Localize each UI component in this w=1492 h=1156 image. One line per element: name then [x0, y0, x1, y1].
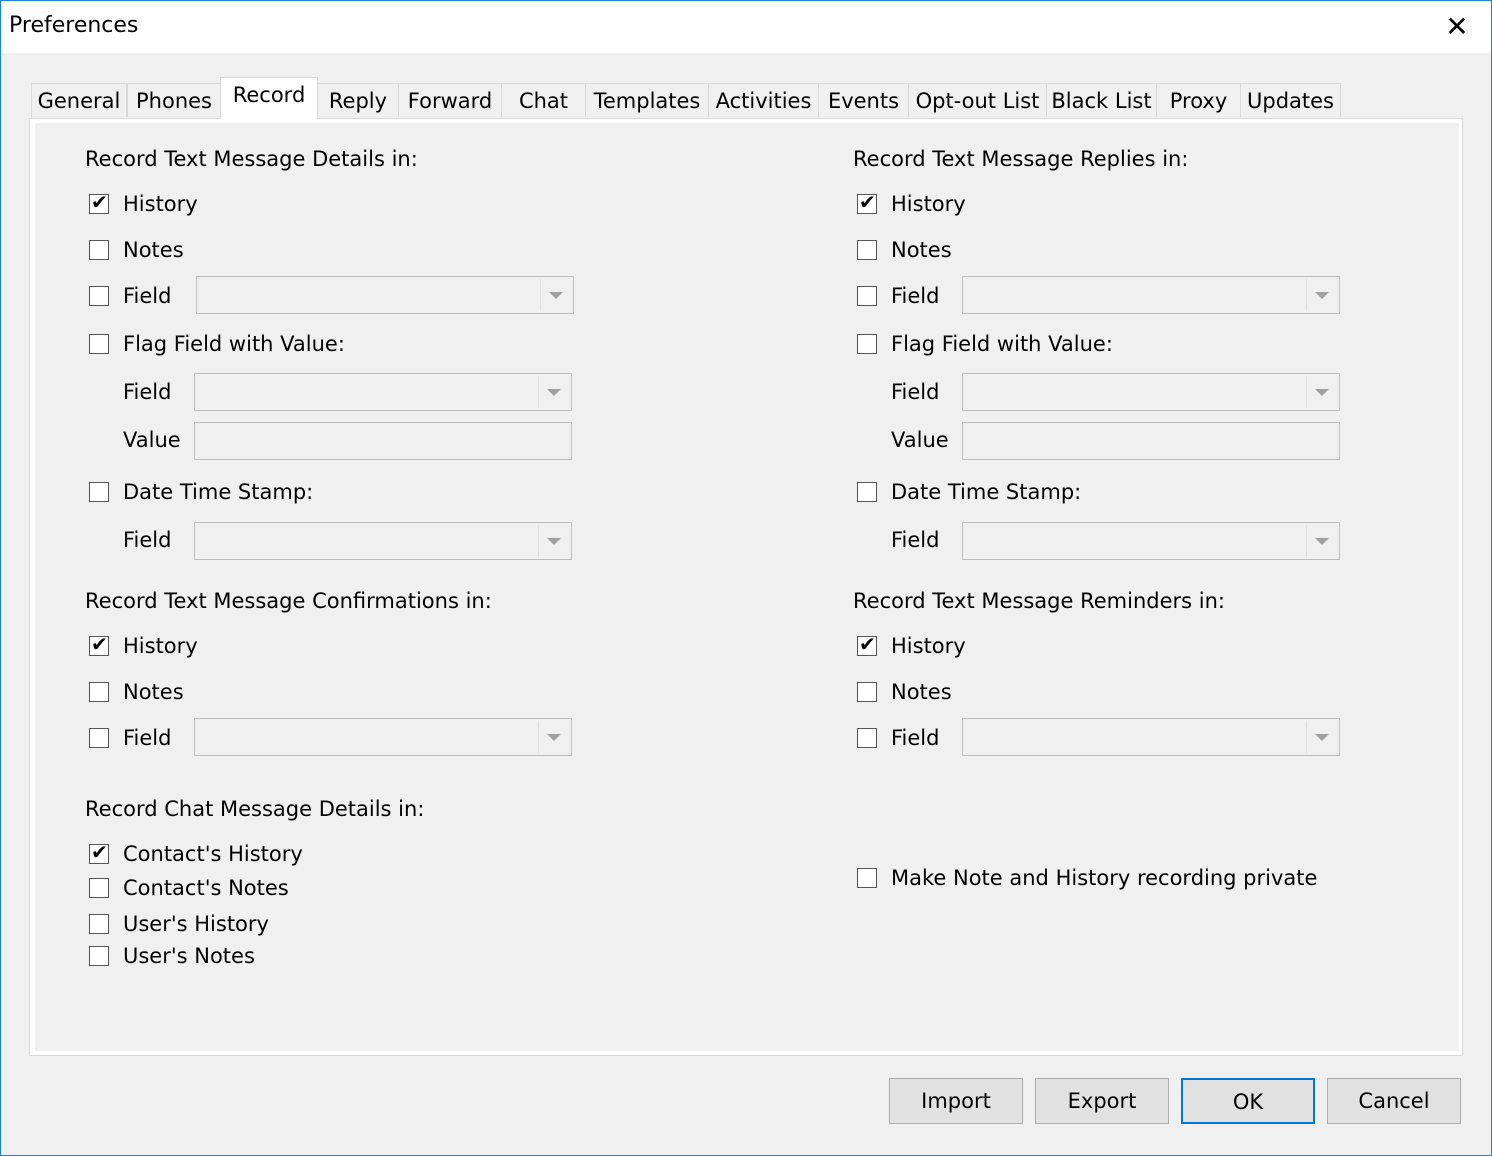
title-bar: Preferences ✕ — [1, 1, 1491, 53]
tab-chat[interactable]: Chat — [501, 83, 586, 117]
chevron-down-icon — [540, 279, 571, 311]
replies-history-label: History — [891, 192, 966, 216]
ok-button[interactable]: OK — [1181, 1078, 1315, 1124]
replies-heading: Record Text Message Replies in: — [853, 147, 1189, 171]
details-heading: Record Text Message Details in: — [85, 147, 418, 171]
replies-flag-value-input[interactable] — [962, 422, 1340, 460]
tab-forward[interactable]: Forward — [398, 83, 502, 117]
chevron-down-icon — [538, 721, 569, 753]
chevron-down-icon — [1306, 279, 1337, 311]
confirmations-field-dropdown[interactable] — [194, 718, 572, 756]
details-date-field-dropdown[interactable] — [194, 522, 572, 560]
import-button[interactable]: Import — [889, 1078, 1023, 1124]
chat-user-history-label: User's History — [123, 912, 269, 936]
chat-contact-history-label: Contact's History — [123, 842, 303, 866]
private-recording-label: Make Note and History recording private — [891, 866, 1318, 890]
details-flag-field-dropdown[interactable] — [194, 373, 572, 411]
confirmations-notes-checkbox[interactable] — [89, 682, 109, 702]
reminders-field-dropdown[interactable] — [962, 718, 1340, 756]
details-field-checkbox[interactable] — [89, 286, 109, 306]
tab-templates[interactable]: Templates — [585, 83, 709, 117]
tab-general[interactable]: General — [31, 83, 127, 117]
details-flag-field-label: Field — [123, 380, 172, 404]
replies-flag-label: Flag Field with Value: — [891, 332, 1113, 356]
details-date-label: Date Time Stamp: — [123, 480, 314, 504]
export-button[interactable]: Export — [1035, 1078, 1169, 1124]
tab-updates[interactable]: Updates — [1240, 83, 1341, 117]
private-recording-checkbox[interactable] — [857, 868, 877, 888]
confirmations-history-checkbox[interactable]: ✔ — [89, 632, 109, 656]
replies-date-field-dropdown[interactable] — [962, 522, 1340, 560]
replies-date-checkbox[interactable] — [857, 482, 877, 502]
confirmations-field-checkbox[interactable] — [89, 728, 109, 748]
tab-record[interactable]: Record — [220, 77, 318, 119]
replies-history-checkbox[interactable]: ✔ — [857, 190, 877, 214]
chat-contact-notes-checkbox[interactable] — [89, 878, 109, 898]
replies-flag-field-label: Field — [891, 380, 940, 404]
replies-date-field-label: Field — [891, 528, 940, 552]
chat-user-notes-checkbox[interactable] — [89, 946, 109, 966]
details-field-label: Field — [123, 284, 172, 308]
replies-flag-field-dropdown[interactable] — [962, 373, 1340, 411]
reminders-heading: Record Text Message Reminders in: — [853, 589, 1225, 613]
chat-user-history-checkbox[interactable] — [89, 914, 109, 934]
details-notes-label: Notes — [123, 238, 184, 262]
details-field-dropdown[interactable] — [196, 276, 574, 314]
confirmations-field-label: Field — [123, 726, 172, 750]
tab-events[interactable]: Events — [818, 83, 909, 117]
tab-reply[interactable]: Reply — [317, 83, 399, 117]
tab-proxy[interactable]: Proxy — [1156, 83, 1241, 117]
details-flag-label: Flag Field with Value: — [123, 332, 345, 356]
replies-notes-label: Notes — [891, 238, 952, 262]
tab-opt-out-list[interactable]: Opt-out List — [908, 83, 1047, 117]
preferences-window: Preferences ✕ General Phones Record Repl… — [0, 0, 1492, 1156]
reminders-notes-label: Notes — [891, 680, 952, 704]
confirmations-heading: Record Text Message Confirmations in: — [85, 589, 492, 613]
chevron-down-icon — [538, 376, 569, 408]
confirmations-history-label: History — [123, 634, 198, 658]
details-date-field-label: Field — [123, 528, 172, 552]
window-title: Preferences — [9, 13, 139, 38]
chat-contact-history-checkbox[interactable]: ✔ — [89, 840, 109, 864]
close-icon[interactable]: ✕ — [1435, 7, 1479, 47]
chevron-down-icon — [1306, 376, 1337, 408]
chat-contact-notes-label: Contact's Notes — [123, 876, 289, 900]
reminders-history-checkbox[interactable]: ✔ — [857, 632, 877, 656]
replies-field-label: Field — [891, 284, 940, 308]
chat-heading: Record Chat Message Details in: — [85, 797, 425, 821]
reminders-history-label: History — [891, 634, 966, 658]
replies-notes-checkbox[interactable] — [857, 240, 877, 260]
confirmations-notes-label: Notes — [123, 680, 184, 704]
reminders-field-label: Field — [891, 726, 940, 750]
details-history-checkbox[interactable]: ✔ — [89, 190, 109, 214]
replies-flag-value-label: Value — [891, 428, 949, 452]
chevron-down-icon — [1306, 721, 1337, 753]
reminders-notes-checkbox[interactable] — [857, 682, 877, 702]
details-flag-value-input[interactable] — [194, 422, 572, 460]
chevron-down-icon — [1306, 525, 1337, 557]
chat-user-notes-label: User's Notes — [123, 944, 255, 968]
details-notes-checkbox[interactable] — [89, 240, 109, 260]
tab-black-list[interactable]: Black List — [1046, 83, 1157, 117]
details-flag-value-label: Value — [123, 428, 181, 452]
replies-field-dropdown[interactable] — [962, 276, 1340, 314]
details-date-checkbox[interactable] — [89, 482, 109, 502]
tab-activities[interactable]: Activities — [708, 83, 819, 117]
details-flag-checkbox[interactable] — [89, 334, 109, 354]
cancel-button[interactable]: Cancel — [1327, 1078, 1461, 1124]
tab-phones[interactable]: Phones — [127, 83, 221, 117]
reminders-field-checkbox[interactable] — [857, 728, 877, 748]
details-history-label: History — [123, 192, 198, 216]
replies-date-label: Date Time Stamp: — [891, 480, 1082, 504]
replies-flag-checkbox[interactable] — [857, 334, 877, 354]
chevron-down-icon — [538, 525, 569, 557]
replies-field-checkbox[interactable] — [857, 286, 877, 306]
